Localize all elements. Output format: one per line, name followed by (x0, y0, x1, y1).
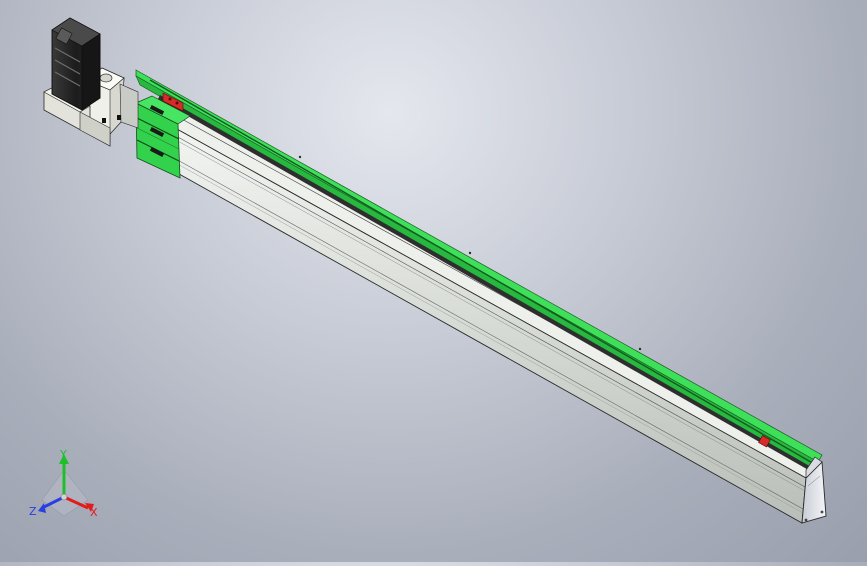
z-axis-label: Z (29, 505, 37, 518)
cad-viewport[interactable]: Y X Z (0, 0, 867, 562)
servo-motor[interactable] (51, 17, 101, 111)
axis-triad: Y X Z (29, 448, 98, 519)
linear-actuator-model[interactable]: Y X Z (0, 0, 867, 562)
y-axis-label: Y (59, 448, 67, 461)
x-axis-label: X (90, 506, 98, 519)
profile-body[interactable] (171, 109, 816, 524)
rail-cover[interactable] (135, 69, 823, 472)
